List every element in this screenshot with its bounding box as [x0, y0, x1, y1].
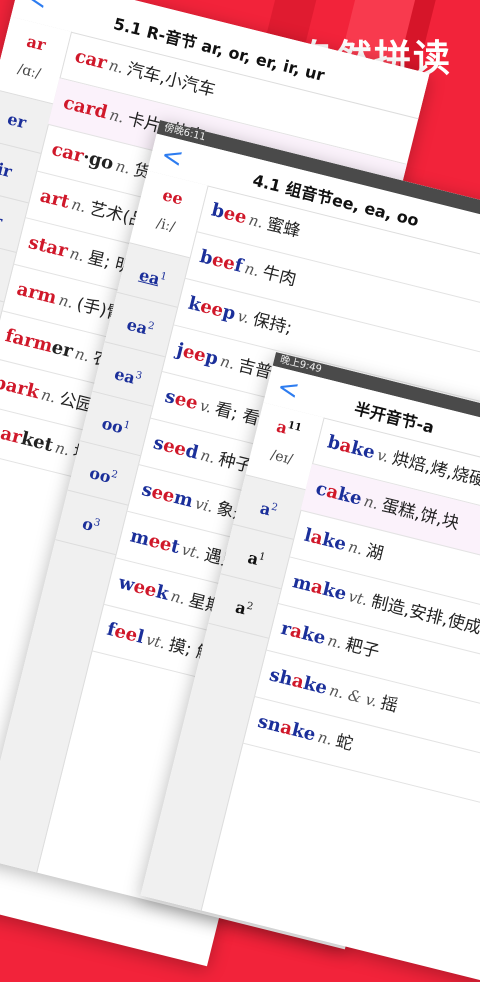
back-arrow-icon[interactable]: < [274, 372, 302, 406]
